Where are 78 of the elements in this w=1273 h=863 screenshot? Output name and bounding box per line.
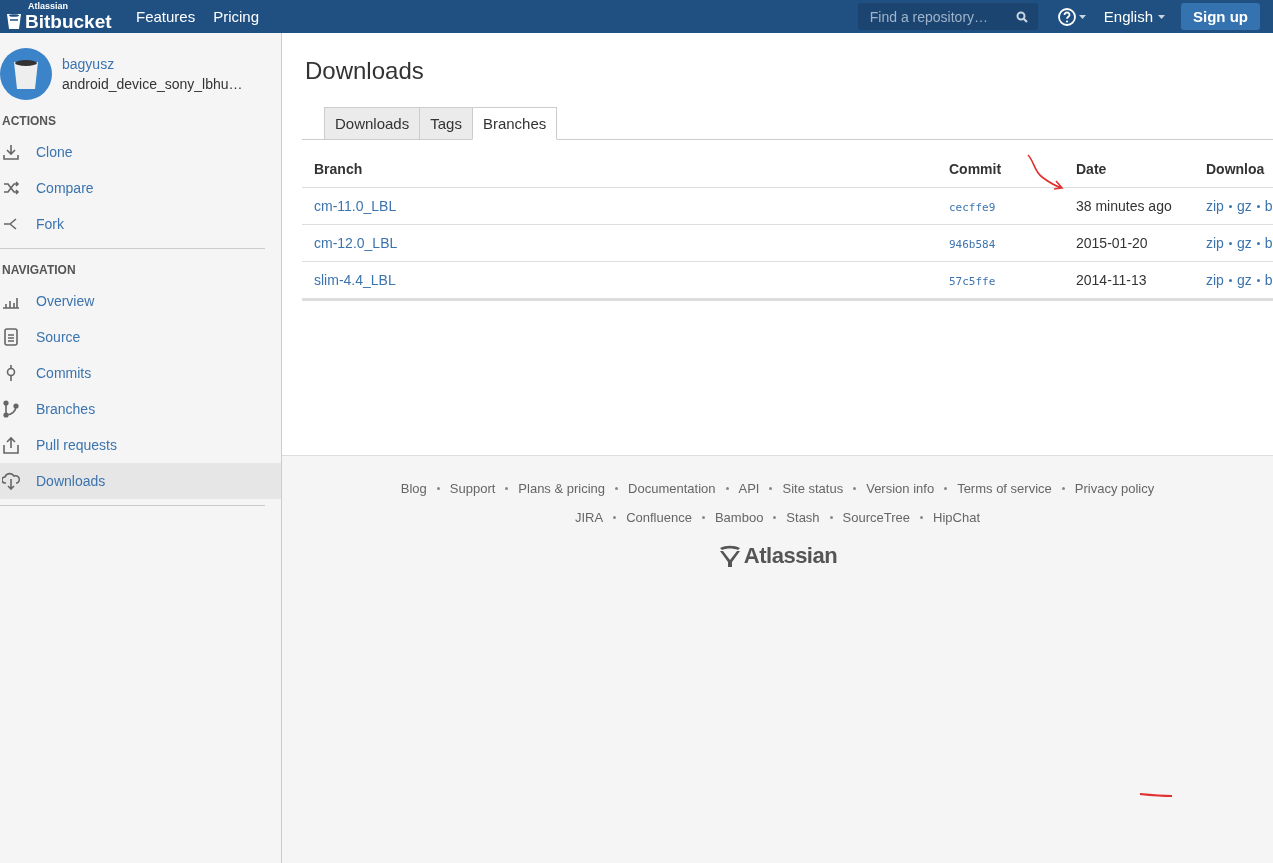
footer-link[interactable]: Terms of service <box>957 481 1052 496</box>
footer-link[interactable]: Confluence <box>626 510 692 525</box>
bucket-icon <box>13 58 39 90</box>
atlassian-logo-text[interactable]: Atlassian <box>743 543 838 569</box>
upload-tray-icon <box>2 436 20 454</box>
help-icon <box>1057 7 1076 26</box>
caret-icon <box>1078 14 1086 19</box>
download-link[interactable]: gz <box>1236 272 1252 288</box>
footer-link[interactable]: Support <box>449 481 496 496</box>
date-cell-text: 2015-01-20 <box>1076 235 1149 251</box>
branch-link[interactable]: cm-12.0_LBL <box>314 235 398 251</box>
download-link[interactable]: b <box>1264 235 1273 251</box>
hand-drawn-dash <box>1139 792 1173 798</box>
branch-link[interactable]: cm-11.0_LBL <box>314 198 397 214</box>
footer-link[interactable]: Stash <box>786 510 820 525</box>
footer-link[interactable]: API <box>738 481 760 496</box>
footer-link[interactable]: JIRA <box>575 510 604 525</box>
language-button[interactable]: English <box>1103 8 1165 25</box>
repo-name: android_device_sony_lbhu… <box>62 76 243 92</box>
commit-link[interactable]: cecffe9 <box>949 201 996 214</box>
help-button[interactable] <box>1057 7 1086 26</box>
bucket-logo-icon[interactable] <box>6 12 22 30</box>
shuffle-icon <box>2 179 20 197</box>
footer-link[interactable]: Privacy policy <box>1074 481 1155 496</box>
date-cell-text: 2014-11-13 <box>1076 272 1148 288</box>
download-link[interactable]: gz <box>1236 198 1252 214</box>
branch-icon <box>2 400 20 418</box>
download-link[interactable]: b <box>1264 272 1273 288</box>
nav-link[interactable]: Features <box>136 8 196 25</box>
footer-link[interactable]: SourceTree <box>842 510 911 525</box>
footer-link[interactable]: Site status <box>782 481 844 496</box>
sidebar-item[interactable]: Fork <box>0 206 281 242</box>
footer-link[interactable]: Documentation <box>628 481 716 496</box>
tab[interactable]: Branches <box>471 107 558 140</box>
sidebar-item[interactable]: Commits <box>0 355 281 391</box>
caret-icon <box>1158 14 1165 19</box>
sidebar-item[interactable]: Overview <box>0 283 281 319</box>
cloud-download-icon <box>2 472 20 490</box>
brand-label: Atlassian <box>28 1 69 11</box>
nav-link[interactable]: Pricing <box>213 8 260 25</box>
footer-link[interactable]: Bamboo <box>714 510 764 525</box>
column-header: Date <box>1076 160 1108 177</box>
document-icon <box>2 328 20 346</box>
footer-link[interactable]: Plans & pricing <box>518 481 606 496</box>
sidebar-item[interactable]: Compare <box>0 170 281 206</box>
hand-drawn-arrow <box>1026 153 1066 193</box>
commit-link[interactable]: 57c5ffe <box>949 275 996 288</box>
column-header: Commit <box>949 160 1003 177</box>
commit-link[interactable]: 946b584 <box>949 238 996 251</box>
download-link[interactable]: gz <box>1236 235 1252 251</box>
brand-name[interactable]: Bitbucket <box>25 10 112 32</box>
page-title: Downloads <box>305 57 425 85</box>
sidebar-item[interactable]: Downloads <box>0 463 281 499</box>
search-field[interactable]: Find a repository… <box>857 3 1038 30</box>
download-link[interactable]: zip <box>1206 198 1224 214</box>
section-heading: ACTIONS <box>1 114 57 130</box>
sign-up-button[interactable]: Sign up <box>1181 3 1260 30</box>
footer-link[interactable]: Blog <box>400 481 427 496</box>
footer-link[interactable]: Version info <box>866 481 935 496</box>
download-link[interactable]: b <box>1264 198 1273 214</box>
sidebar-item[interactable]: Branches <box>0 391 281 427</box>
tab[interactable]: Downloads <box>324 107 420 140</box>
section-heading: NAVIGATION <box>1 263 77 279</box>
column-header: Downloa <box>1206 160 1266 177</box>
date-cell-text: 38 minutes ago <box>1076 198 1173 214</box>
search-icon <box>1015 10 1028 23</box>
owner-link[interactable]: bagyusz <box>62 56 243 72</box>
tab[interactable]: Tags <box>419 107 472 140</box>
column-header: Branch <box>314 160 364 177</box>
branch-link[interactable]: slim-4.4_LBL <box>314 272 396 288</box>
download-link[interactable]: zip <box>1206 235 1224 251</box>
download-tray-icon <box>2 143 20 161</box>
download-link[interactable]: zip <box>1206 272 1224 288</box>
atlassian-logo-icon[interactable] <box>717 544 742 568</box>
sidebar-item[interactable]: Pull requests <box>0 427 281 463</box>
sidebar-item[interactable]: Clone <box>0 134 281 170</box>
sidebar-item[interactable]: Source <box>0 319 281 355</box>
footer-link[interactable]: HipChat <box>933 510 980 525</box>
